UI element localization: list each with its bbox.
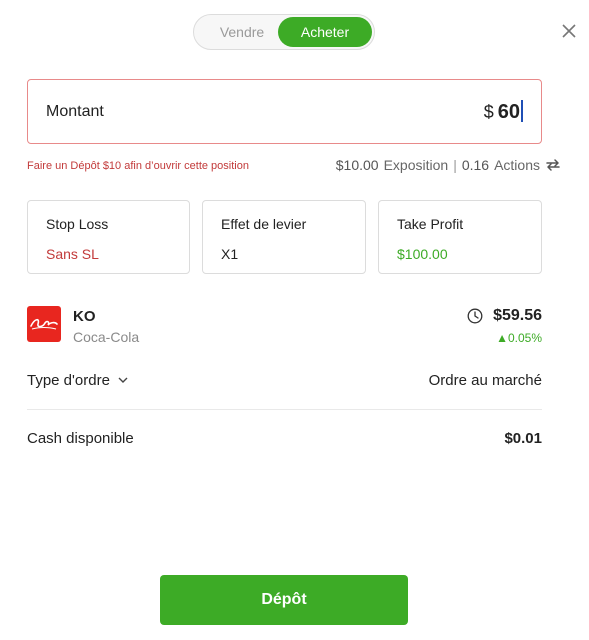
switch-icon[interactable] [545,158,561,172]
close-icon[interactable] [560,22,578,40]
exposure-summary: $10.00 Exposition | 0.16 Actions [336,157,561,173]
instrument-ticker: KO [73,308,96,325]
leverage-title: Effet de levier [221,216,307,232]
deposit-warning: Faire un Dépôt $10 afin d’ouvrir cette p… [27,160,249,172]
exposure-label: Exposition [383,157,449,173]
amount-value: 60 [497,101,520,123]
amount-label: Montant [46,103,104,120]
leverage-card[interactable]: Effet de levier X1 [202,200,366,274]
take-profit-card[interactable]: Take Profit $100.00 [378,200,542,274]
order-type-value: Ordre au marché [428,372,542,389]
divider [27,409,542,410]
order-type-label: Type d'ordre [27,372,110,389]
units-label: Actions [494,157,540,173]
buy-sell-toggle[interactable]: Vendre Acheter [193,14,375,50]
stop-loss-value: Sans SL [46,246,99,262]
exposure-value: $10.00 [335,157,379,173]
up-arrow-icon: ▲ [496,331,508,345]
sell-tab[interactable]: Vendre [198,17,286,47]
amount-input[interactable]: $60 [484,100,523,124]
buy-tab[interactable]: Acheter [278,17,372,47]
take-profit-value: $100.00 [397,246,448,262]
price-change: ▲0.05% [496,331,542,345]
instrument-name: Coca-Cola [73,329,140,345]
units-value: 0.16 [461,157,490,173]
chevron-down-icon [118,377,128,383]
text-caret [521,100,523,122]
deposit-button[interactable]: Dépôt [160,575,408,625]
stop-loss-title: Stop Loss [46,216,109,232]
amount-field[interactable]: Montant $60 [27,79,542,144]
order-type-dropdown[interactable]: Type d'ordre [27,372,128,389]
take-profit-title: Take Profit [397,216,464,232]
clock-icon [467,308,483,324]
currency-symbol: $ [483,102,494,122]
instrument-price: $59.56 [493,307,542,324]
cash-value: $0.01 [504,430,542,447]
cash-label: Cash disponible [27,430,134,447]
leverage-value: X1 [221,246,239,262]
coca-cola-logo [27,306,61,342]
exposure-separator: | [453,157,457,173]
price-change-value: 0.05% [507,331,542,345]
stop-loss-card[interactable]: Stop Loss Sans SL [27,200,190,274]
